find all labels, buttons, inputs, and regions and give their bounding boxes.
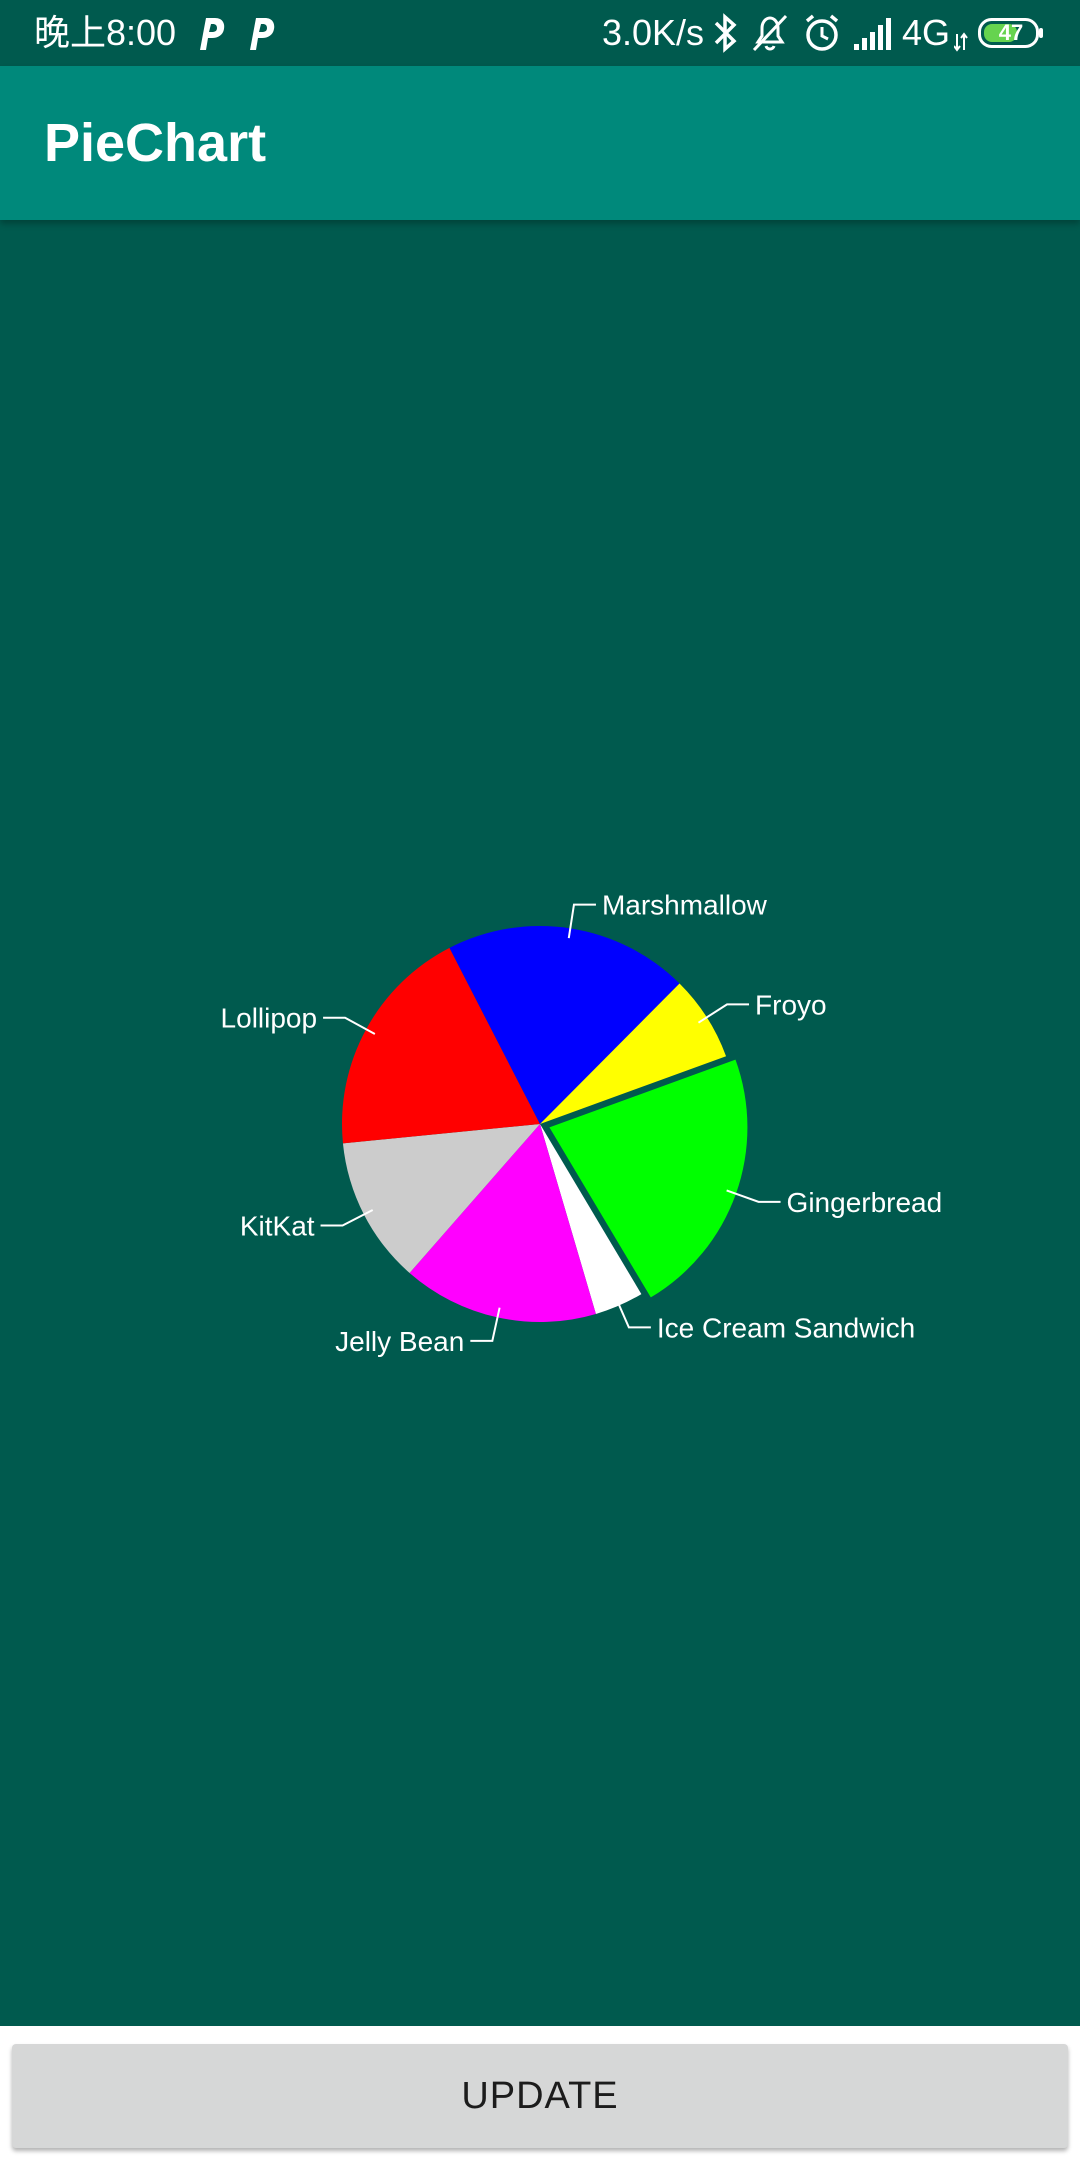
app-title: PieChart bbox=[44, 113, 267, 173]
slice-label: KitKat bbox=[240, 1210, 315, 1241]
parking-p-icon bbox=[200, 18, 225, 50]
bottom-bar: UPDATE bbox=[0, 2026, 1080, 2160]
battery-level: 47 bbox=[998, 20, 1024, 45]
parking-p-icon bbox=[250, 18, 275, 50]
status-bar: 晚上8:00 3.0K/s 4G 47 bbox=[0, 0, 1080, 66]
muted-bell-icon bbox=[752, 14, 788, 52]
update-button[interactable]: UPDATE bbox=[12, 2044, 1068, 2148]
slice-label: Gingerbread bbox=[787, 1187, 943, 1218]
battery-icon: 47 bbox=[978, 18, 1043, 48]
slice-label: Ice Cream Sandwich bbox=[657, 1312, 915, 1343]
network-speed: 3.0K/s bbox=[602, 12, 705, 53]
slice-label: Marshmallow bbox=[602, 890, 768, 921]
slice-label: Lollipop bbox=[221, 1003, 318, 1034]
status-time: 晚上8:00 bbox=[34, 12, 177, 53]
pie-chart[interactable]: Gingerbread Ice Cream Sandwich Jelly Bean K… bbox=[0, 220, 1080, 2026]
bluetooth-icon bbox=[714, 13, 737, 53]
network-type: 4G bbox=[902, 12, 951, 53]
slice-label: Jelly Bean bbox=[335, 1326, 464, 1357]
app-bar: PieChart bbox=[0, 66, 1080, 220]
data-activity-icon bbox=[954, 32, 968, 52]
alarm-clock-icon bbox=[805, 14, 839, 51]
pie-chart-area: Gingerbread Ice Cream Sandwich Jelly Bean K… bbox=[0, 220, 1080, 2026]
slice-label: Froyo bbox=[755, 989, 827, 1020]
signal-strength-icon bbox=[854, 18, 891, 50]
